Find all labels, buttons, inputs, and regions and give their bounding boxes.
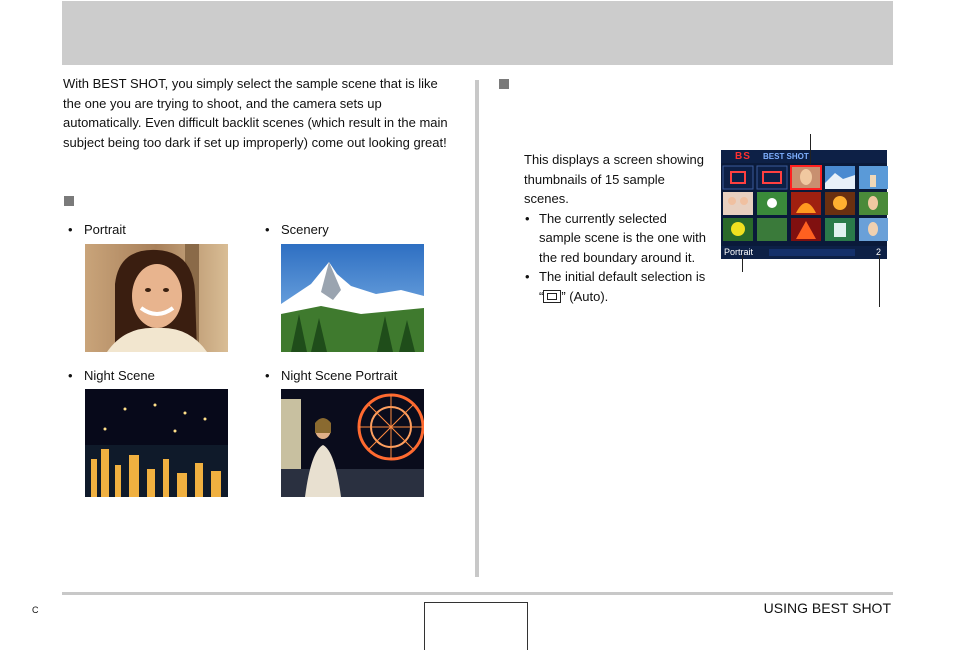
scene-label-scenery: • Scenery bbox=[265, 222, 329, 237]
lcd-scrollbar bbox=[769, 249, 855, 256]
scenery-photo bbox=[281, 244, 424, 352]
portrait-photo bbox=[85, 244, 228, 352]
screen-description: This displays a screen showing thumbnail… bbox=[524, 152, 704, 206]
callout-line bbox=[742, 255, 743, 272]
callout-line bbox=[879, 255, 880, 307]
night-scene-portrait-photo bbox=[281, 389, 424, 497]
callout-line bbox=[810, 134, 811, 164]
section-marker-icon bbox=[64, 196, 74, 206]
scene-label-night-scene-portrait: • Night Scene Portrait bbox=[265, 368, 398, 383]
right-description-block: This displays a screen showing thumbnail… bbox=[524, 150, 709, 306]
header-band bbox=[62, 1, 893, 65]
footer-left-mark: C bbox=[32, 605, 39, 615]
camera-lcd-screen: BS BEST SHOT Portrait 2 bbox=[721, 150, 888, 259]
lcd-title-bar: BS BEST SHOT bbox=[721, 150, 887, 163]
bullet-icon: • bbox=[265, 222, 270, 237]
lcd-status-bar: Portrait 2 bbox=[721, 246, 887, 259]
page-number-box bbox=[424, 602, 528, 650]
lcd-title: BEST SHOT bbox=[763, 152, 809, 161]
footer-rule bbox=[62, 592, 893, 595]
bullet-icon: • bbox=[68, 368, 73, 383]
intro-paragraph: With BEST SHOT, you simply select the sa… bbox=[63, 76, 448, 150]
list-item: The currently selected sample scene is t… bbox=[524, 209, 709, 268]
scene-label-portrait: • Portrait bbox=[68, 222, 126, 237]
night-scene-photo bbox=[85, 389, 228, 497]
bullet-icon: • bbox=[265, 368, 270, 383]
bullet-icon: • bbox=[68, 222, 73, 237]
section-marker-icon bbox=[499, 79, 509, 89]
list-item: The initial default selection is “” (Aut… bbox=[524, 267, 709, 306]
scene-thumbnail-grid bbox=[722, 165, 888, 245]
selected-scene-name: Portrait bbox=[724, 247, 754, 257]
auto-mode-icon bbox=[543, 289, 562, 303]
column-divider bbox=[475, 80, 479, 577]
scene-label-night-scene: • Night Scene bbox=[68, 368, 155, 383]
section-title: USING BEST SHOT bbox=[763, 600, 891, 616]
bs-mark: BS bbox=[735, 151, 751, 162]
